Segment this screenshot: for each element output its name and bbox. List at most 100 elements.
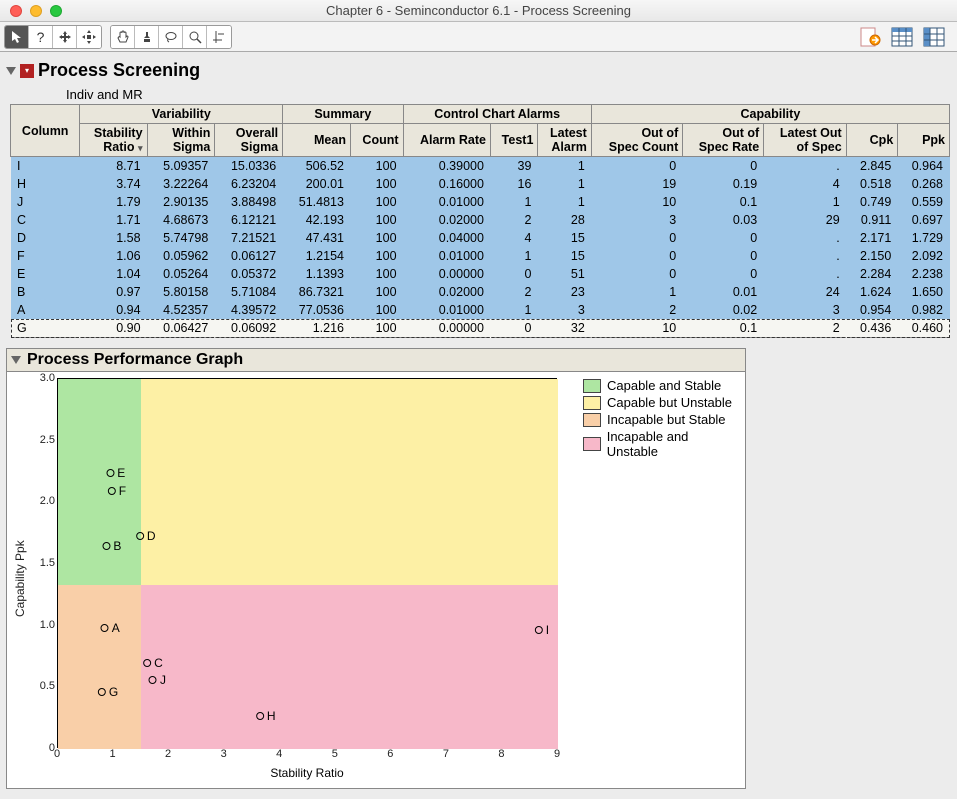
- window-titlebar: Chapter 6 - Seminconductor 6.1 - Process…: [0, 0, 957, 22]
- table-cell: 8.71: [80, 157, 147, 176]
- help-tool-icon[interactable]: ?: [29, 26, 53, 48]
- minimize-icon[interactable]: [30, 5, 42, 17]
- table-cell: 3.74: [80, 175, 147, 193]
- table-cell: 42.193: [283, 211, 351, 229]
- col-header-overall-sigma[interactable]: Overall Sigma: [215, 124, 283, 157]
- col-header-ppk[interactable]: Ppk: [898, 124, 950, 157]
- table-cell: 4.68673: [147, 211, 215, 229]
- table-cell: 0.268: [898, 175, 950, 193]
- table-cell: 3: [591, 211, 682, 229]
- scroll-tool-icon[interactable]: [53, 26, 77, 48]
- graph-header[interactable]: Process Performance Graph: [7, 349, 745, 372]
- table-row[interactable]: A0.944.523574.3957277.05361000.010001320…: [11, 301, 950, 319]
- data-point[interactable]: B: [102, 539, 121, 553]
- table-cell: 51.4813: [283, 193, 351, 211]
- table-cell: 2.284: [846, 265, 898, 283]
- legend-item: Incapable and Unstable: [583, 429, 741, 459]
- table-cell: 1: [538, 175, 591, 193]
- table-cell: 100: [350, 319, 403, 338]
- table-cell: 39: [490, 157, 537, 176]
- data-point[interactable]: J: [149, 673, 166, 687]
- col-header-stability-ratio[interactable]: Stability Ratio ▾: [80, 124, 147, 157]
- table-row[interactable]: H3.743.222646.23204200.011000.1600016119…: [11, 175, 950, 193]
- table-cell: 2.150: [846, 247, 898, 265]
- table-cell: 0: [591, 265, 682, 283]
- zoom-icon[interactable]: [50, 5, 62, 17]
- table-cell: 2: [764, 319, 847, 338]
- col-header-latest-alarm[interactable]: Latest Alarm: [538, 124, 591, 157]
- disclosure-triangle-icon[interactable]: [11, 356, 21, 364]
- table-cell: 15: [538, 229, 591, 247]
- table-cell: 0.697: [898, 211, 950, 229]
- table-cell: 0.06127: [215, 247, 283, 265]
- table-cell: 4: [490, 229, 537, 247]
- zoom-tool-icon[interactable]: [77, 26, 101, 48]
- data-point[interactable]: I: [535, 623, 549, 637]
- table-cell: 0: [591, 229, 682, 247]
- data-point[interactable]: H: [256, 709, 276, 723]
- col-header-test1[interactable]: Test1: [490, 124, 537, 157]
- col-header-alarm-rate[interactable]: Alarm Rate: [403, 124, 490, 157]
- legend-item: Incapable but Stable: [583, 412, 741, 427]
- table-cell: 1.216: [283, 319, 351, 338]
- data-point[interactable]: D: [136, 529, 156, 543]
- table-row[interactable]: E1.040.052640.053721.13931000.0000005100…: [11, 265, 950, 283]
- arrow-tool-icon[interactable]: [5, 26, 29, 48]
- data-point[interactable]: F: [108, 484, 126, 498]
- crosshair-tool-icon[interactable]: [207, 26, 231, 48]
- export-script-icon[interactable]: [857, 24, 883, 50]
- table-row[interactable]: J1.792.901353.8849851.48131000.010001110…: [11, 193, 950, 211]
- col-header-latest-out-spec[interactable]: Latest Out of Spec: [764, 124, 847, 157]
- disclosure-triangle-icon[interactable]: [6, 67, 16, 75]
- table-cell: 0.1: [683, 319, 764, 338]
- results-table: Column Variability Summary Control Chart…: [10, 104, 950, 338]
- table-cell: D: [11, 229, 80, 247]
- table-cell: 0.06092: [215, 319, 283, 338]
- table-cell: 0.559: [898, 193, 950, 211]
- table-cell: 1: [490, 247, 537, 265]
- hand-tool-icon[interactable]: [111, 26, 135, 48]
- table-cell: 100: [350, 211, 403, 229]
- table-cell: 0.982: [898, 301, 950, 319]
- table-cell: 29: [764, 211, 847, 229]
- col-header-out-spec-rate[interactable]: Out of Spec Rate: [683, 124, 764, 157]
- table-row[interactable]: G0.900.064270.060921.2161000.00000032100…: [11, 319, 950, 338]
- lasso-tool-icon[interactable]: [159, 26, 183, 48]
- table-cell: .: [764, 247, 847, 265]
- data-point[interactable]: C: [143, 656, 163, 670]
- table-cell: 100: [350, 265, 403, 283]
- table-row[interactable]: C1.714.686736.1212142.1931000.0200022830…: [11, 211, 950, 229]
- col-header-column[interactable]: Column: [11, 105, 80, 157]
- table-row[interactable]: B0.975.801585.7108486.73211000.020002231…: [11, 283, 950, 301]
- table-cell: B: [11, 283, 80, 301]
- col-header-within-sigma[interactable]: Within Sigma: [147, 124, 215, 157]
- col-header-mean[interactable]: Mean: [283, 124, 351, 157]
- brush-tool-icon[interactable]: [135, 26, 159, 48]
- window-controls: [0, 5, 62, 17]
- table-row[interactable]: F1.060.059620.061271.21541000.0100011500…: [11, 247, 950, 265]
- column-table-icon[interactable]: [921, 24, 947, 50]
- table-cell: 1: [490, 193, 537, 211]
- legend-item: Capable and Stable: [583, 378, 741, 393]
- table-row[interactable]: D1.585.747987.2152147.4311000.0400041500…: [11, 229, 950, 247]
- table-cell: 1.79: [80, 193, 147, 211]
- data-table-icon[interactable]: [889, 24, 915, 50]
- table-cell: E: [11, 265, 80, 283]
- data-point[interactable]: A: [101, 621, 120, 635]
- data-point[interactable]: E: [106, 466, 125, 480]
- data-point[interactable]: G: [98, 685, 118, 699]
- hotspot-menu-icon[interactable]: ▾: [20, 64, 34, 78]
- col-group-variability: Variability: [80, 105, 283, 124]
- col-header-out-spec-count[interactable]: Out of Spec Count: [591, 124, 682, 157]
- table-row[interactable]: I8.715.0935715.0336506.521000.3900039100…: [11, 157, 950, 176]
- close-icon[interactable]: [10, 5, 22, 17]
- scatter-plot[interactable]: I H JC D FE B A G: [57, 378, 557, 748]
- magnifier-tool-icon[interactable]: [183, 26, 207, 48]
- table-cell: 86.7321: [283, 283, 351, 301]
- col-header-count[interactable]: Count: [350, 124, 403, 157]
- table-cell: 1.1393: [283, 265, 351, 283]
- section-header[interactable]: ▾ Process Screening: [6, 60, 951, 81]
- table-cell: 100: [350, 301, 403, 319]
- col-header-cpk[interactable]: Cpk: [846, 124, 898, 157]
- table-cell: 1: [538, 193, 591, 211]
